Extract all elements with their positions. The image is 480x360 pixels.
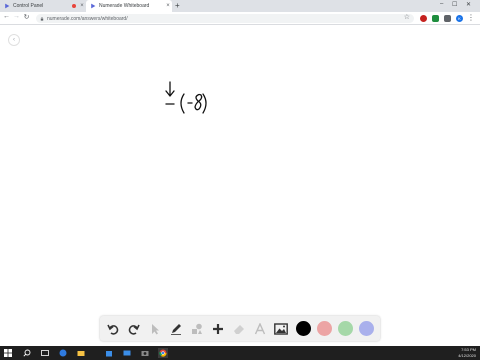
add-icon[interactable] [209, 320, 226, 337]
color-green-swatch[interactable] [338, 321, 353, 336]
whiteboard-canvas[interactable] [0, 26, 480, 346]
record-extension-icon[interactable] [420, 15, 427, 22]
color-black-swatch[interactable] [296, 321, 311, 336]
eraser-icon[interactable] [230, 320, 247, 337]
image-icon[interactable] [272, 320, 289, 337]
reload-button[interactable]: ↻ [22, 13, 31, 21]
whiteboard-toolbar [100, 316, 380, 341]
lock-icon [40, 16, 44, 21]
numerade-play-icon [91, 3, 96, 9]
recording-indicator-icon [72, 4, 76, 8]
browser-menu-icon[interactable]: ⋮ [467, 13, 475, 22]
tab-numerade-whiteboard[interactable]: Numerade Whiteboard × [86, 0, 172, 12]
maximize-icon[interactable]: ☐ [452, 1, 457, 8]
camera-app-icon[interactable] [140, 348, 150, 358]
mail-icon[interactable] [122, 348, 132, 358]
pointer-icon[interactable] [146, 320, 163, 337]
url-text: numerade.com/answers/whiteboard/ [47, 15, 128, 22]
file-explorer-icon[interactable] [76, 348, 86, 358]
text-icon[interactable] [251, 320, 268, 337]
color-blue-swatch[interactable] [359, 321, 374, 336]
store-icon[interactable] [104, 348, 114, 358]
handwritten-expression [165, 81, 207, 114]
redo-icon[interactable] [125, 320, 142, 337]
extension-icon[interactable] [444, 15, 451, 22]
tab-label: Numerade Whiteboard [99, 3, 150, 9]
back-button[interactable]: ← [2, 13, 11, 20]
pen-icon[interactable] [167, 320, 184, 337]
address-bar[interactable]: numerade.com/answers/whiteboard/ [36, 14, 414, 23]
forward-button[interactable]: → [12, 13, 21, 20]
windows-taskbar: 7:53 PM 4/12/2020 [0, 346, 480, 360]
browser-tab-strip: Control Panel × Numerade Whiteboard × + … [0, 0, 480, 12]
tab-close-icon[interactable]: × [164, 3, 172, 9]
system-clock[interactable]: 7:53 PM 4/12/2020 [458, 347, 476, 358]
profile-icon[interactable]: K [456, 15, 463, 22]
browser-toolbar: ← → ↻ numerade.com/answers/whiteboard/ ☆… [0, 12, 480, 25]
tab-label: Control Panel [13, 3, 44, 9]
chrome-icon[interactable] [158, 348, 168, 358]
clock-date: 4/12/2020 [458, 352, 476, 358]
new-tab-button[interactable]: + [175, 1, 180, 10]
bookmark-star-icon[interactable]: ☆ [404, 13, 410, 21]
minimize-icon[interactable]: – [440, 1, 443, 7]
close-window-icon[interactable]: ✕ [466, 1, 471, 8]
numerade-play-icon [5, 3, 10, 9]
task-view-icon[interactable] [40, 348, 50, 358]
color-red-swatch[interactable] [317, 321, 332, 336]
search-icon[interactable] [22, 348, 32, 358]
green-extension-icon[interactable] [432, 15, 439, 22]
clock-time: 7:53 PM [461, 347, 476, 352]
windows-start-icon[interactable] [3, 348, 13, 358]
tab-close-icon[interactable]: × [78, 3, 86, 9]
shapes-icon[interactable] [188, 320, 205, 337]
edge-icon[interactable] [58, 348, 68, 358]
undo-icon[interactable] [104, 320, 121, 337]
